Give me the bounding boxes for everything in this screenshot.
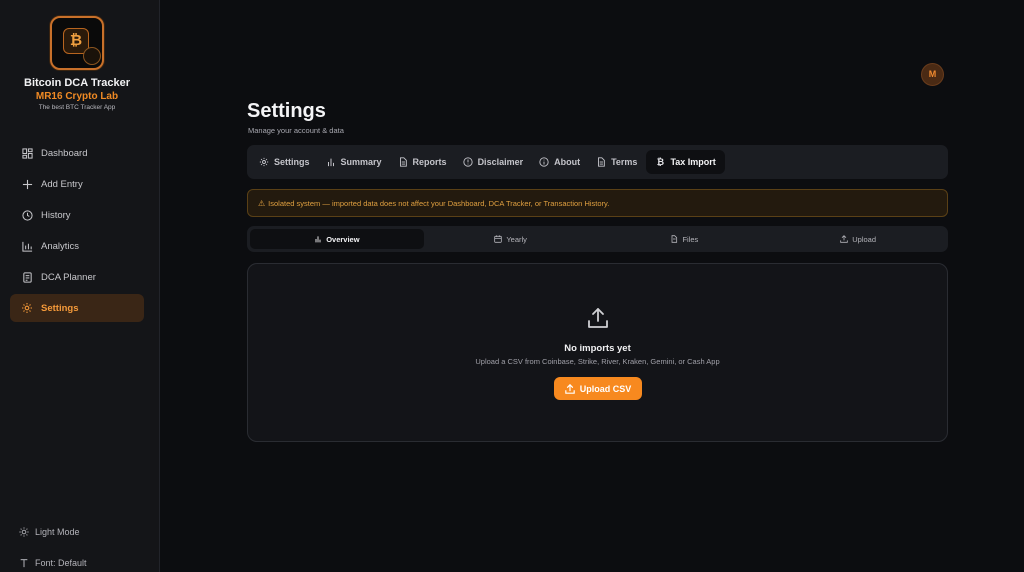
bar-chart-icon xyxy=(314,235,322,243)
document-icon xyxy=(398,157,408,167)
brand-title: Bitcoin DCA Tracker xyxy=(24,77,130,89)
sidebar-item-dashboard[interactable]: Dashboard xyxy=(10,139,144,167)
bitcoin-icon: ₿ xyxy=(656,157,665,167)
tab-disclaimer[interactable]: Disclaimer xyxy=(456,150,531,174)
subtab-upload[interactable]: Upload xyxy=(771,229,945,249)
gear-icon xyxy=(259,157,269,167)
alert-circle-icon xyxy=(462,157,473,167)
sidebar-item-label: Analytics xyxy=(41,240,80,252)
sidebar-item-label: Settings xyxy=(41,302,79,314)
page-subtitle: Manage your account & data xyxy=(248,126,344,135)
tab-tax-import[interactable]: ₿ Tax Import xyxy=(646,150,725,174)
light-mode-toggle[interactable]: Light Mode xyxy=(18,526,80,537)
font-selector[interactable]: Font: Default xyxy=(18,557,87,568)
tab-reports[interactable]: Reports xyxy=(391,150,454,174)
sidebar: ₿ Bitcoin DCA Tracker MR16 Crypto Lab Th… xyxy=(0,0,160,572)
sidebar-item-analytics[interactable]: Analytics xyxy=(10,232,144,260)
tab-label: Summary xyxy=(340,157,382,167)
brand-subtitle: MR16 Crypto Lab xyxy=(35,91,119,102)
tab-label: Terms xyxy=(611,157,638,167)
sidebar-nav: Dashboard Add Entry History Analytics DC… xyxy=(10,139,144,325)
tab-summary[interactable]: Summary xyxy=(319,150,389,174)
subtab-label: Yearly xyxy=(506,234,527,244)
subtab-overview[interactable]: Overview xyxy=(250,229,424,249)
sidebar-item-history[interactable]: History xyxy=(10,201,144,229)
sidebar-item-label: Add Entry xyxy=(41,178,83,190)
font-label: Font: Default xyxy=(35,557,87,568)
info-icon xyxy=(539,157,549,167)
warning-text: Isolated system — imported data does not… xyxy=(268,198,610,208)
empty-state-subtitle: Upload a CSV from Coinbase, Strike, Rive… xyxy=(475,357,720,366)
upload-icon xyxy=(840,235,848,243)
upload-csv-button[interactable]: Upload CSV xyxy=(554,377,642,400)
document-icon xyxy=(596,157,606,167)
sidebar-item-label: History xyxy=(41,209,71,221)
tab-about[interactable]: About xyxy=(532,150,587,174)
warning-icon: ⚠ xyxy=(258,198,266,208)
sun-icon xyxy=(18,526,29,537)
calendar-icon xyxy=(494,235,503,243)
sidebar-item-label: Dashboard xyxy=(41,147,88,159)
sidebar-item-settings[interactable]: Settings xyxy=(10,294,144,322)
page-title: Settings xyxy=(247,100,326,122)
bar-chart-icon xyxy=(326,157,336,167)
tab-label: Reports xyxy=(412,157,447,167)
tab-terms[interactable]: Terms xyxy=(589,150,644,174)
tab-label: Tax Import xyxy=(670,157,716,167)
clock-icon xyxy=(21,209,33,221)
empty-state-title: No imports yet xyxy=(564,343,631,354)
type-icon xyxy=(18,557,29,568)
tab-settings[interactable]: Settings xyxy=(252,150,317,174)
upload-icon xyxy=(564,383,575,394)
coin-emblem-icon xyxy=(83,47,101,65)
sidebar-item-dca-planner[interactable]: DCA Planner xyxy=(10,263,144,291)
app-logo: ₿ xyxy=(50,16,104,70)
sidebar-item-label: DCA Planner xyxy=(41,271,96,283)
plus-icon xyxy=(21,178,33,190)
empty-state-panel: No imports yet Upload a CSV from Coinbas… xyxy=(247,263,948,442)
brand-tagline: The best BTC Tracker App xyxy=(38,104,116,111)
light-mode-label: Light Mode xyxy=(35,526,80,537)
settings-tabbar: Settings Summary Reports Disclaimer Abou… xyxy=(247,145,948,179)
bar-chart-icon xyxy=(21,240,33,252)
upload-icon xyxy=(586,306,610,330)
dashboard-icon xyxy=(21,147,33,159)
subtab-label: Overview xyxy=(326,234,360,244)
tab-label: Disclaimer xyxy=(477,157,524,167)
isolated-system-warning: ⚠ Isolated system — imported data does n… xyxy=(247,189,948,217)
sidebar-item-add-entry[interactable]: Add Entry xyxy=(10,170,144,198)
subtab-label: Upload xyxy=(852,234,877,244)
calculator-icon xyxy=(21,271,33,283)
document-icon xyxy=(670,235,678,243)
upload-csv-label: Upload CSV xyxy=(579,383,632,394)
subtab-label: Files xyxy=(682,234,699,244)
subtab-files[interactable]: Files xyxy=(598,229,772,249)
subtab-yearly[interactable]: Yearly xyxy=(424,229,598,249)
user-avatar[interactable]: M xyxy=(921,63,944,86)
tab-label: About xyxy=(554,157,581,167)
tab-label: Settings xyxy=(274,157,310,167)
tax-import-subtabs: Overview Yearly Files Upload xyxy=(247,226,948,252)
gear-icon xyxy=(21,302,33,314)
